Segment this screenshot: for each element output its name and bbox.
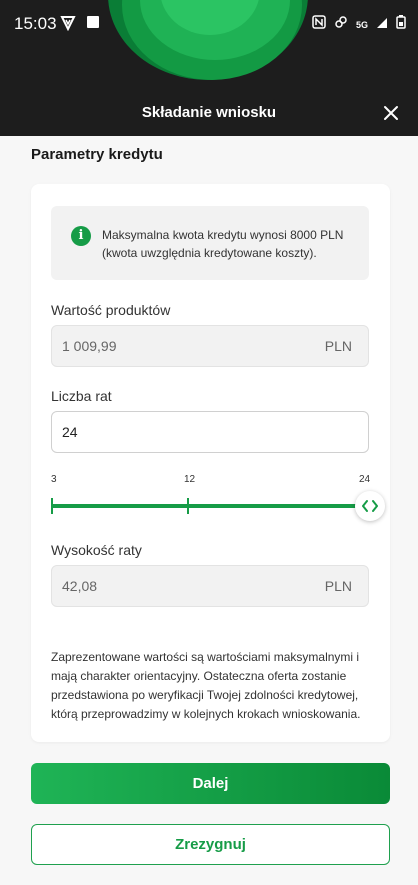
- status-icons-left: [60, 15, 100, 36]
- product-value-unit: PLN: [324, 338, 352, 354]
- header: 15:03 5G Składanie wniosku: [0, 0, 418, 136]
- info-box: i Maksymalna kwota kredytu wynosi 8000 P…: [51, 206, 369, 280]
- status-time: 15:03: [14, 14, 57, 33]
- installment-amount-unit: PLN: [324, 578, 352, 594]
- next-button[interactable]: Dalej: [31, 763, 390, 804]
- installment-amount-label: Wysokość raty: [51, 542, 142, 558]
- slider-max-label: 24: [359, 474, 371, 485]
- slider-track[interactable]: [51, 504, 371, 508]
- slider-thumb[interactable]: [355, 491, 385, 521]
- section-title: Parametry kredytu: [31, 146, 163, 163]
- network-type: 5G: [355, 19, 368, 30]
- link-icon: [334, 15, 348, 34]
- installments-input[interactable]: 24: [51, 411, 369, 453]
- status-icons-right: 5G: [312, 15, 406, 34]
- product-value-field: 1 009,99 PLN: [51, 325, 369, 367]
- installments-value: 24: [62, 424, 78, 440]
- slider-mid-label: 12: [184, 474, 196, 485]
- installment-amount-value: 42,08: [62, 578, 98, 594]
- status-bar: 15:03 5G: [0, 0, 418, 48]
- info-text: Maksymalna kwota kredytu wynosi 8000 PLN…: [102, 228, 344, 260]
- slider-tick-mid: [187, 498, 189, 514]
- installments-slider[interactable]: 3 12 24: [51, 474, 389, 521]
- disclaimer-text: Zaprezentowane wartości są wartościami m…: [51, 650, 361, 721]
- page-title: Składanie wniosku: [141, 104, 277, 121]
- square-icon: [86, 15, 100, 36]
- slider-tick-min: [51, 498, 53, 514]
- signal-icon: [376, 16, 388, 34]
- nfc-icon: [312, 15, 326, 34]
- title-row: Składanie wniosku: [0, 96, 418, 132]
- product-value-label: Wartość produktów: [51, 302, 171, 318]
- close-icon[interactable]: [382, 104, 400, 122]
- product-value: 1 009,99: [62, 338, 117, 354]
- credit-parameters-card: i Maksymalna kwota kredytu wynosi 8000 P…: [31, 184, 390, 742]
- battery-icon: [396, 15, 406, 34]
- installment-amount-field: 42,08 PLN: [51, 565, 369, 607]
- slider-min-label: 3: [51, 474, 57, 485]
- installments-label: Liczba rat: [51, 388, 112, 404]
- code-arrows-icon: [362, 500, 378, 512]
- shield-v-icon: [60, 15, 76, 36]
- info-icon: i: [71, 226, 91, 246]
- cancel-button[interactable]: Zrezygnuj: [31, 824, 390, 865]
